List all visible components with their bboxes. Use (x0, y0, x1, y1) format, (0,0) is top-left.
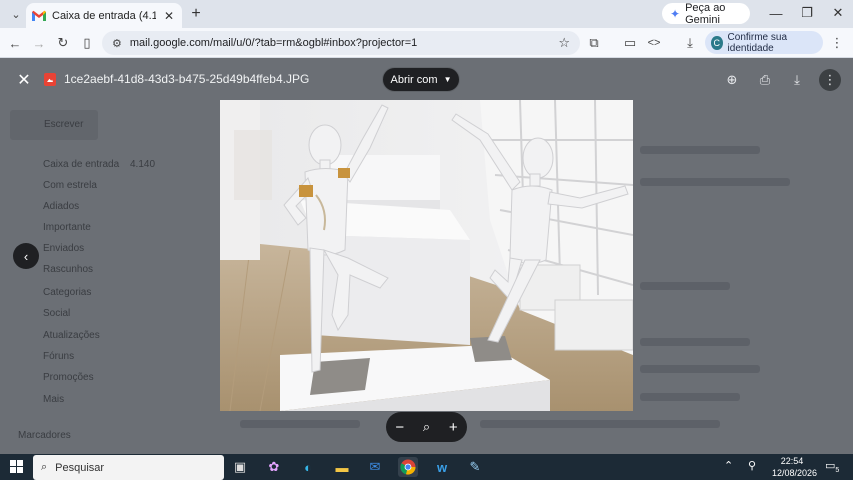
chrome-menu-icon[interactable]: ⋮ (827, 33, 847, 53)
bookmark-star-icon[interactable]: ☆ (558, 35, 570, 51)
file-explorer-icon[interactable]: ▬ (332, 457, 352, 477)
zoom-out-button[interactable]: − (395, 419, 404, 436)
tab-gmail[interactable]: Caixa de entrada (4.140) - dasil ✕ (26, 3, 182, 28)
attachment-image (220, 100, 633, 411)
zoom-controls: − ⌕ + (386, 412, 467, 442)
compose-label: Escrever (44, 119, 84, 130)
viewer-filename: 1ce2aebf-41d8-43d3-b475-25d49b4ffeb4.JPG (64, 72, 310, 86)
site-info-icon[interactable]: ⚙ (112, 37, 122, 50)
list-item[interactable] (480, 420, 720, 428)
taskbar-search-box[interactable]: ⌕ Pesquisar (33, 455, 224, 480)
list-item[interactable] (640, 393, 740, 401)
add-to-drive-icon[interactable]: ⊕ (722, 70, 742, 90)
labels-heading: Marcadores (18, 430, 71, 441)
notification-icon[interactable]: ▭5 (825, 459, 839, 474)
taskbar-clock[interactable]: 22:54 12/08/2026 (772, 455, 818, 479)
zoom-reset-icon[interactable]: ⌕ (423, 419, 430, 435)
list-item[interactable] (640, 178, 790, 186)
windows-taskbar: ⌕ Pesquisar ▣ ✿ ◐ ▬ ✉ w ✎ ⌃ ⚲ 22:54 12/0… (0, 454, 853, 480)
tab-search-button[interactable]: ⌄ (6, 4, 26, 24)
image-file-icon (44, 73, 56, 86)
side-panel-icon[interactable]: ▯ (77, 33, 97, 53)
code-icon[interactable]: <> (644, 33, 664, 53)
reload-icon[interactable]: ↻ (53, 33, 73, 53)
edge-icon[interactable]: ◐ (298, 457, 318, 477)
gmail-page-dimmed: Escrever Caixa de entrada 4.140 Com estr… (0, 58, 853, 454)
viewer-close-icon[interactable]: ✕ (14, 70, 34, 90)
sidebar-item-categories[interactable]: Categorias (43, 287, 91, 298)
tab-close-icon[interactable]: ✕ (162, 9, 176, 23)
network-icon[interactable]: ⚲ (748, 459, 756, 472)
tab-strip: ⌄ Caixa de entrada (4.140) - dasil ✕ + ✦… (0, 0, 853, 28)
list-item[interactable] (640, 365, 760, 373)
caret-down-icon: ▼ (443, 75, 452, 84)
sidebar-item-snoozed[interactable]: Adiados (43, 201, 79, 212)
reading-mode-icon[interactable]: ▭ (620, 33, 640, 53)
print-icon[interactable]: ⎙ (755, 70, 775, 90)
list-item[interactable] (640, 338, 750, 346)
sidebar-item-important[interactable]: Importante (43, 222, 91, 233)
inbox-count: 4.140 (130, 159, 156, 170)
list-item[interactable] (640, 282, 730, 290)
notification-count: 5 (835, 467, 840, 475)
chrome-logo-icon (400, 459, 416, 475)
new-tab-button[interactable]: + (186, 4, 206, 24)
gemini-label: Peça ao Gemini (685, 1, 726, 26)
sidebar-item-forums[interactable]: Fóruns (43, 351, 74, 362)
sidebar-item-starred[interactable]: Com estrela (43, 180, 97, 191)
address-bar[interactable]: ⚙ mail.google.com/mail/u/0/?tab=rm&ogbl#… (102, 31, 580, 55)
paint-icon[interactable]: ✎ (465, 457, 485, 477)
ask-gemini-button[interactable]: ✦ Peça ao Gemini (662, 1, 750, 26)
close-window-button[interactable]: ✕ (823, 3, 853, 23)
sidebar-item-social[interactable]: Social (43, 308, 70, 319)
sidebar-item-promotions[interactable]: Promoções (43, 372, 94, 383)
sidebar-item-drafts[interactable]: Rascunhos (43, 264, 93, 275)
mannequins-photo (220, 100, 633, 411)
sidebar-item-more[interactable]: Mais (43, 394, 64, 405)
tab-title: Caixa de entrada (4.140) - dasil (52, 9, 156, 22)
tray-chevron-icon[interactable]: ⌃ (724, 459, 733, 472)
chrome-icon[interactable] (398, 457, 418, 477)
profile-avatar: C (711, 35, 723, 50)
download-icon[interactable]: ⤓ (787, 70, 807, 90)
windows-start-icon[interactable] (10, 460, 24, 474)
confirm-identity-button[interactable]: C Confirme sua identidade (705, 31, 823, 54)
download-icon[interactable]: ⤓ (680, 33, 700, 53)
clock-date: 12/08/2026 (772, 468, 818, 478)
search-icon: ⌕ (41, 461, 48, 473)
minimize-button[interactable]: — (761, 3, 791, 23)
search-placeholder: Pesquisar (55, 461, 105, 474)
gemini-icon: ✦ (670, 6, 681, 21)
previous-arrow-icon[interactable]: ‹ (13, 243, 39, 269)
sidebar-item-sent[interactable]: Enviados (43, 243, 84, 254)
webex-icon[interactable]: w (432, 457, 452, 477)
maximize-button[interactable]: ❐ (792, 3, 822, 23)
copilot-icon[interactable]: ✿ (264, 457, 284, 477)
sidebar-item-inbox[interactable]: Caixa de entrada (43, 159, 119, 170)
task-view-icon[interactable]: ▣ (230, 457, 250, 477)
open-with-label: Abrir com (390, 73, 438, 86)
open-with-button[interactable]: Abrir com ▼ (382, 67, 460, 92)
extensions-icon[interactable]: ⧉ (584, 33, 604, 53)
sidebar-item-updates[interactable]: Atualizações (43, 330, 100, 341)
clock-time: 22:54 (780, 456, 804, 466)
url-text[interactable]: mail.google.com/mail/u/0/?tab=rm&ogbl#in… (130, 37, 550, 49)
list-item[interactable] (240, 420, 360, 428)
back-arrow-icon[interactable]: ← (5, 33, 25, 53)
zoom-in-button[interactable]: + (449, 419, 458, 436)
forward-arrow-icon[interactable]: → (29, 33, 49, 53)
identity-label: Confirme sua identidade (727, 31, 788, 54)
browser-toolbar: ← → ↻ ▯ ⚙ mail.google.com/mail/u/0/?tab=… (0, 28, 853, 58)
gmail-icon (32, 10, 46, 21)
outlook-icon[interactable]: ✉ (365, 457, 385, 477)
more-options-icon[interactable]: ⋮ (819, 69, 841, 91)
list-item[interactable] (640, 146, 760, 154)
